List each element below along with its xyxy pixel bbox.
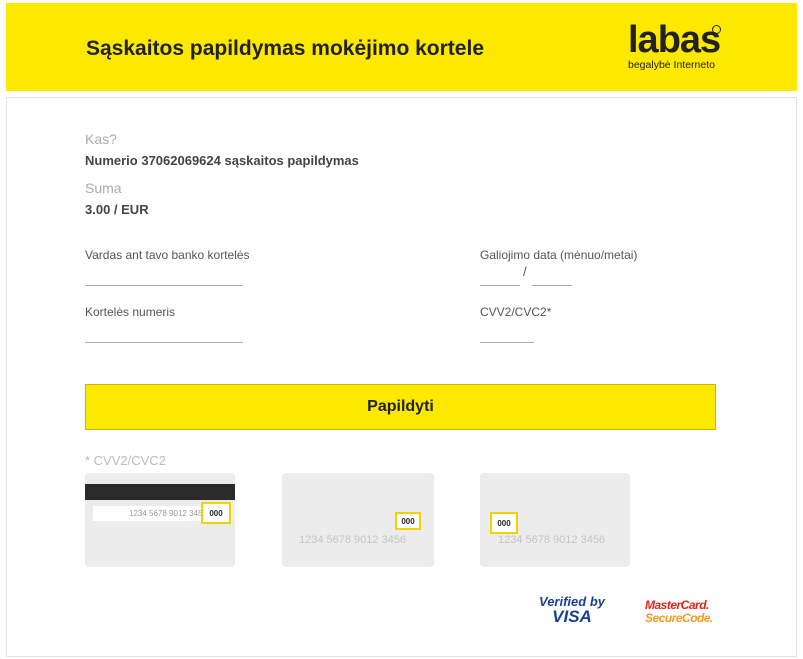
card-front-illustration-right: 000 1234 5678 9012 3456 xyxy=(282,473,434,567)
expiry-year-input[interactable] xyxy=(532,285,572,286)
submit-button[interactable]: Papildyti xyxy=(85,384,716,430)
card-number-input[interactable] xyxy=(85,342,243,343)
verified-by-visa-logo: Verified by VISA xyxy=(539,594,605,626)
cardholder-input[interactable] xyxy=(85,285,243,286)
mastercard-securecode-logo: MasterCard. SecureCode. xyxy=(645,598,713,625)
labas-logo: labas xyxy=(628,19,721,61)
card-back-illustration: 1234 5678 9012 3456 000 xyxy=(85,473,235,567)
card-back-number: 1234 5678 9012 3456 xyxy=(129,509,207,518)
payment-panel xyxy=(6,97,797,657)
logo-dot-icon xyxy=(712,25,721,34)
logo-tagline: begalybė Interneto xyxy=(628,59,715,71)
cvv-help-title: * CVV2/CVC2 xyxy=(85,453,166,468)
page-title: Sąskaitos papildymas mokėjimo kortele xyxy=(86,37,484,60)
expiry-month-input[interactable] xyxy=(480,285,520,286)
sum-value: 3.00 / EUR xyxy=(85,202,149,217)
cvv-highlight-front-right: 000 xyxy=(395,512,421,530)
card-number-label: Kortelės numeris xyxy=(85,305,176,319)
card-front-number: 1234 5678 9012 3456 xyxy=(299,534,407,546)
expiry-label: Galiojimo data (mėnuo/metai) xyxy=(480,248,638,262)
card-front-number: 1234 5678 9012 3456 xyxy=(498,534,606,546)
magnetic-stripe xyxy=(85,484,235,500)
who-value: Numerio 37062069624 sąskaitos papildymas xyxy=(85,153,359,168)
who-label: Kas? xyxy=(85,131,117,147)
cvv-highlight-back: 000 xyxy=(201,502,231,524)
cvv-input[interactable] xyxy=(480,342,534,343)
expiry-separator: / xyxy=(523,264,527,279)
header-banner: Sąskaitos papildymas mokėjimo kortele la… xyxy=(6,3,797,91)
card-front-illustration-left: 000 1234 5678 9012 3456 xyxy=(480,473,630,567)
cardholder-label: Vardas ant tavo banko kortelės xyxy=(85,248,250,262)
cvv-highlight-front-left: 000 xyxy=(490,512,518,534)
cvv-label: CVV2/CVC2* xyxy=(480,305,552,319)
sum-label: Suma xyxy=(85,180,122,196)
